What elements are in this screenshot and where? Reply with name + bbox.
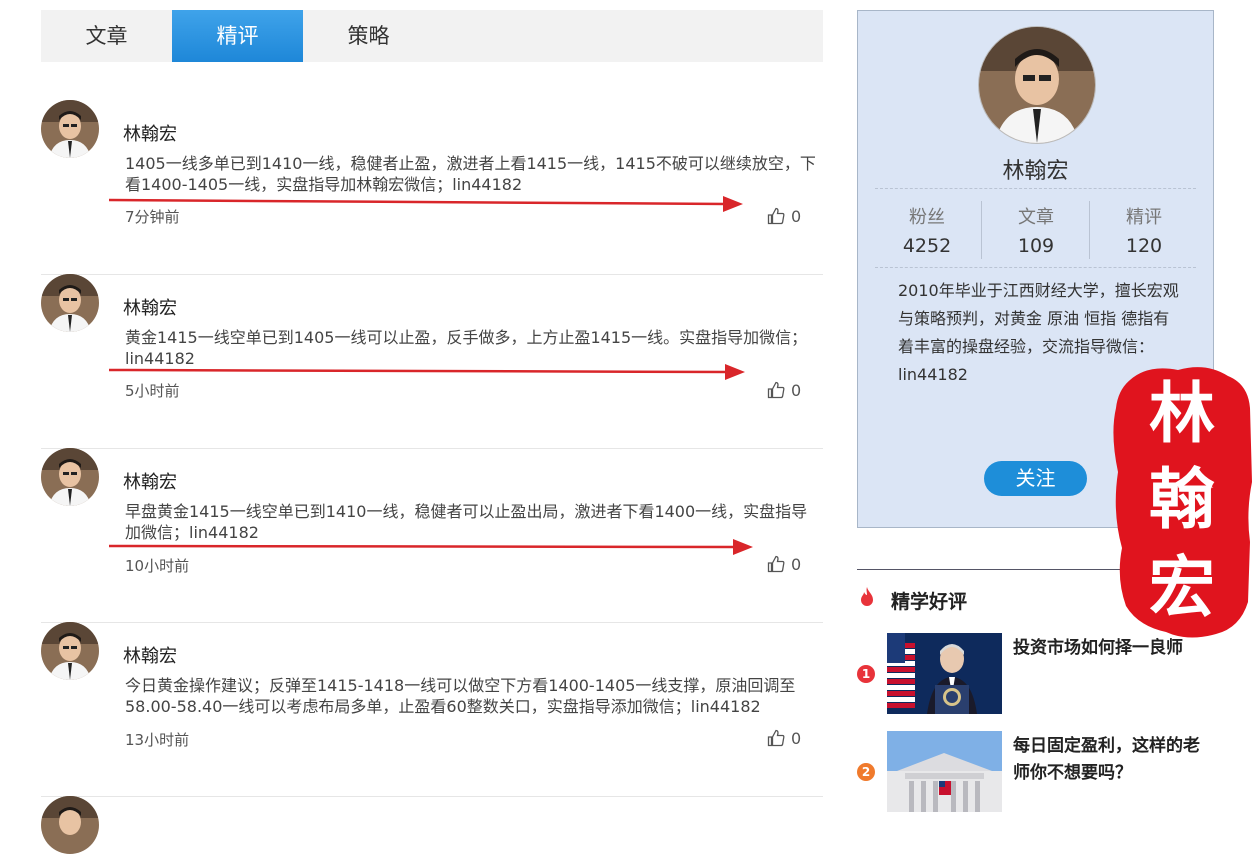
tab-strategy[interactable]: 策略 — [303, 10, 434, 62]
avatar[interactable] — [41, 274, 99, 332]
list-item: 林翰宏 1405一线多单已到1410一线，稳健者止盈，激进者上看1415一线，1… — [41, 100, 823, 275]
profile-name: 林翰宏 — [1002, 159, 1069, 184]
flame-icon — [861, 587, 873, 606]
thumbs-up-icon — [767, 381, 785, 399]
stat-label: 文章 — [1018, 207, 1054, 228]
list-item: 林翰宏 黄金1415一线空单已到1405一线可以止盈，反手做多，上方止盈1415… — [41, 274, 823, 449]
post-time: 7分钟前 — [125, 208, 180, 226]
name-seal-stamp: 林 翰 宏 — [1108, 362, 1252, 642]
tab-reviews[interactable]: 精评 — [172, 10, 303, 62]
post-author[interactable]: 林翰宏 — [123, 120, 177, 146]
underline-arrow — [109, 364, 745, 380]
post-text: 黄金1415一线空单已到1405一线可以止盈，反手做多，上方止盈1415一线。实… — [125, 328, 808, 368]
list-item: 林翰宏 今日黄金操作建议；反弹至1415-1418一线可以做空下方看1400-1… — [41, 622, 823, 797]
like-count: 0 — [791, 729, 802, 748]
underline-arrow — [109, 196, 743, 212]
divider — [875, 188, 1196, 189]
post-time: 5小时前 — [125, 382, 180, 400]
svg-text:宏: 宏 — [1149, 548, 1215, 626]
avatar[interactable] — [41, 448, 99, 506]
stat-label: 粉丝 — [909, 207, 945, 228]
like-count: 0 — [791, 207, 802, 226]
stat-value: 120 — [1125, 235, 1163, 257]
post-author[interactable]: 林翰宏 — [123, 642, 177, 668]
thumbs-up-icon — [767, 555, 785, 573]
post-text: 早盘黄金1415一线空单已到1410一线，稳健者可以止盈出局，激进者下看1400… — [125, 502, 808, 542]
divider — [875, 267, 1196, 268]
follow-button[interactable]: 关注 — [984, 461, 1087, 496]
post-text: 1405一线多单已到1410一线，稳健者止盈，激进者上看1415一线，1415不… — [125, 154, 816, 194]
underline-arrow — [109, 539, 753, 555]
post-author[interactable]: 林翰宏 — [123, 294, 177, 320]
avatar[interactable] — [41, 796, 99, 854]
list-item: 林翰宏 早盘黄金1415一线空单已到1410一线，稳健者可以止盈出局，激进者下看… — [41, 448, 823, 623]
post-time: 13小时前 — [125, 731, 190, 749]
like-count: 0 — [791, 381, 802, 400]
thumbs-up-icon — [767, 207, 785, 225]
tab-articles[interactable]: 文章 — [41, 10, 172, 62]
post-text: 今日黄金操作建议；反弹至1415-1418一线可以做空下方看1400-1405一… — [125, 676, 796, 716]
svg-text:林: 林 — [1149, 374, 1215, 452]
rank-badge: 1 — [857, 665, 875, 683]
avatar[interactable] — [41, 622, 99, 680]
svg-text:翰: 翰 — [1149, 460, 1215, 538]
stat-fans[interactable]: 粉丝 4252 — [873, 203, 981, 257]
stat-value: 109 — [1017, 235, 1055, 257]
article-link[interactable]: 每日固定盈利，这样的老师你不想要吗？ — [1013, 733, 1213, 787]
profile-avatar[interactable] — [978, 26, 1096, 144]
thumbnail[interactable] — [887, 731, 1002, 812]
rank-badge: 2 — [857, 763, 875, 781]
stat-articles[interactable]: 文章 109 — [982, 203, 1090, 257]
avatar[interactable] — [41, 100, 99, 158]
thumbs-up-icon — [767, 729, 785, 747]
like-count: 0 — [791, 555, 802, 574]
like-button[interactable]: 0 — [767, 207, 801, 226]
thumbnail[interactable] — [887, 633, 1002, 714]
tab-bar: 文章 精评 策略 — [41, 10, 823, 62]
like-button[interactable]: 0 — [767, 555, 801, 574]
like-button[interactable]: 0 — [767, 381, 801, 400]
stat-label: 精评 — [1126, 207, 1162, 228]
like-button[interactable]: 0 — [767, 729, 801, 748]
section-title: 精学好评 — [891, 591, 968, 613]
stat-value: 4252 — [902, 235, 952, 257]
post-author[interactable]: 林翰宏 — [123, 468, 177, 494]
post-time: 10小时前 — [125, 557, 190, 575]
list-item[interactable]: 1 投资市场如何择一良师 — [857, 633, 1252, 715]
stat-reviews[interactable]: 精评 120 — [1090, 203, 1198, 257]
list-item[interactable]: 2 每日固定盈利，这样的老师你不想要吗？ — [857, 731, 1252, 813]
